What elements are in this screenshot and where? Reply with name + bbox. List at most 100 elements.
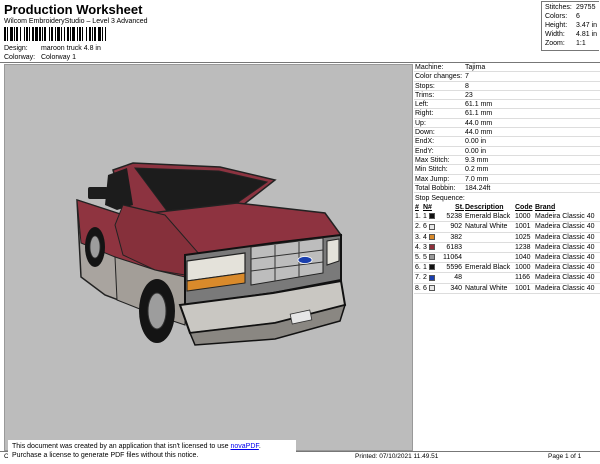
- table-row: 5. 5 11064 1040 Madeira Classic 40: [414, 252, 600, 264]
- stop-number-cell: 5.: [414, 252, 422, 264]
- thread-brand: Madeira Classic 40: [535, 284, 595, 292]
- stitch-count-cell: 5596: [438, 262, 464, 274]
- info-value: 184.24ft: [465, 184, 491, 192]
- stop-number-cell: 3.: [414, 232, 422, 243]
- stitch-count-cell: 48: [438, 272, 464, 284]
- truck-embroidery-image: [76, 162, 347, 346]
- thread-description-cell: Natural White: [464, 221, 514, 233]
- stat-row: Width: 4.81 in: [545, 30, 599, 39]
- info-row: EndX: 0.00 in: [414, 137, 600, 147]
- stop-number: 6.: [415, 264, 421, 272]
- info-row: Stops: 8: [414, 82, 600, 91]
- thread-code-cell: 1166: [514, 272, 534, 284]
- info-row: Down: 44.0 mm: [414, 128, 600, 138]
- colorway-value: Colorway 1: [40, 54, 76, 61]
- thread-code: 1000: [515, 264, 531, 272]
- info-label: Left:: [415, 101, 429, 109]
- stat-value: 6: [576, 13, 580, 20]
- info-row: Left: 61.1 mm: [414, 100, 600, 110]
- thread-description-cell: [464, 252, 514, 264]
- stitch-count: 340: [450, 284, 462, 292]
- col-header: Code: [515, 204, 533, 212]
- barcode: [4, 27, 190, 41]
- stat-value: 3.47 in: [576, 22, 598, 29]
- thread-description-cell: [464, 232, 514, 243]
- thread-brand: Madeira Classic 40: [535, 274, 595, 282]
- license-notice: This document was created by an applicat…: [8, 440, 296, 462]
- info-row: Trims: 23: [414, 91, 600, 101]
- page-number: Page 1 of 1: [548, 453, 582, 460]
- thread-code-cell: 1000: [514, 212, 534, 223]
- needle-number-cell: 4: [422, 232, 438, 243]
- thread-code: 1025: [515, 233, 531, 241]
- info-label: Machine:: [415, 64, 444, 71]
- thread-brand-cell: Madeira Classic 40: [534, 242, 600, 253]
- info-row: Machine: Tajima: [414, 63, 600, 73]
- needle-number: 2: [423, 274, 427, 282]
- thread-color-swatch: [428, 223, 435, 230]
- printed-timestamp: Printed: 07/10/2021 11.49.51: [355, 453, 439, 460]
- novapdf-link[interactable]: novaPDF: [230, 443, 258, 450]
- stitch-count: 6183: [446, 243, 462, 251]
- thread-brand-cell: Madeira Classic 40: [534, 272, 600, 284]
- thread-brand: Madeira Classic 40: [535, 233, 595, 241]
- stop-number: 5.: [415, 253, 421, 261]
- info-value: 61.1 mm: [465, 101, 493, 109]
- table-row: 2. 6 902 Natural White 1001 Madeira Classic …: [414, 221, 600, 233]
- page-title: Production Worksheet: [4, 2, 143, 17]
- stat-row: Height: 3.47 in: [545, 21, 599, 30]
- design-label: Design:: [4, 45, 28, 52]
- stop-number-cell: 8.: [414, 283, 422, 294]
- thread-brand: Madeira Classic 40: [535, 243, 595, 251]
- thread-code-cell: 1001: [514, 283, 534, 294]
- stat-label: Colors:: [545, 13, 568, 20]
- info-value: 23: [465, 91, 473, 99]
- colorway-line: Colorway: Colorway 1: [4, 54, 76, 61]
- table-row: 4. 3 6183 1238 Madeira Classic 40: [414, 242, 600, 253]
- design-preview: [4, 64, 413, 451]
- thread-code-cell: 1001: [514, 221, 534, 233]
- stitch-count-cell: 382: [438, 232, 464, 243]
- info-label: Stops:: [415, 82, 435, 90]
- stop-number: 1.: [415, 213, 421, 221]
- stitch-count: 11064: [443, 253, 462, 261]
- thread-code: 1000: [515, 213, 531, 221]
- needle-number-cell: 2: [422, 272, 438, 284]
- thread-brand-cell: Madeira Classic 40: [534, 232, 600, 243]
- info-value: 0.00 in: [465, 138, 487, 146]
- info-label: Max Stitch:: [415, 156, 450, 164]
- table-row: 6. 1 5596 Emerald Black 1000 Madeira Classic…: [414, 262, 600, 274]
- thread-code: 1166: [515, 274, 531, 282]
- stitch-count: 5238: [446, 213, 462, 221]
- thread-brand: Madeira Classic 40: [535, 253, 595, 261]
- thread-description-cell: Natural White: [464, 283, 514, 294]
- table-row: 8. 6 340 Natural White 1001 Madeira Classic …: [414, 283, 600, 294]
- col-header: N#: [423, 204, 432, 212]
- thread-brand-cell: Madeira Classic 40: [534, 262, 600, 274]
- stop-number-cell: 1.: [414, 212, 422, 223]
- worksheet-page: Production Worksheet Wilcom EmbroiderySt…: [0, 0, 600, 464]
- thread-code: 1238: [515, 243, 531, 251]
- needle-number-cell: 5: [422, 252, 438, 264]
- col-header: St.: [455, 204, 464, 212]
- needle-number: 4: [423, 233, 427, 241]
- needle-number-cell: 6: [422, 221, 438, 233]
- stitch-count-cell: 6183: [438, 242, 464, 253]
- thread-description-cell: [464, 242, 514, 253]
- notice-period: .: [258, 443, 261, 450]
- thread-code-cell: 1000: [514, 262, 534, 274]
- thread-description: Natural White: [465, 284, 508, 292]
- thread-brand: Madeira Classic 40: [535, 213, 595, 221]
- stop-number-cell: 4.: [414, 242, 422, 253]
- info-row: Up: 44.0 mm: [414, 119, 600, 129]
- thread-brand-cell: Madeira Classic 40: [534, 221, 600, 233]
- info-value: 0.2 mm: [465, 166, 489, 174]
- table-row: 3. 4 382 1025 Madeira Classic 40: [414, 232, 600, 243]
- stitch-count-cell: 5238: [438, 212, 464, 223]
- needle-number-cell: 6: [422, 283, 438, 294]
- needle-number: 1: [423, 264, 427, 272]
- info-label: Color changes:: [415, 73, 463, 81]
- col-header: Brand: [535, 204, 556, 212]
- stitch-count: 48: [454, 274, 462, 282]
- info-label: Right:: [415, 110, 434, 118]
